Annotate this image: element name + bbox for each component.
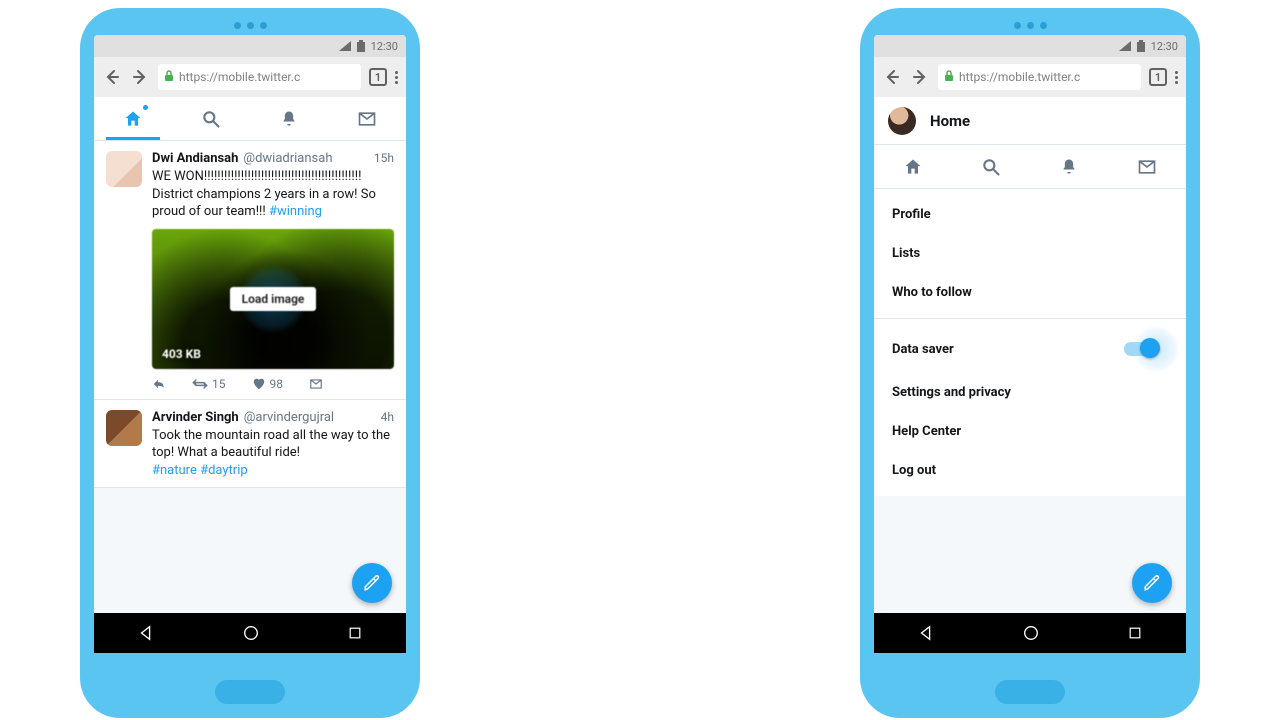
tweet-author[interactable]: Arvinder Singh [152, 410, 239, 425]
home-header: Home [874, 97, 1186, 145]
compose-fab[interactable] [352, 563, 392, 603]
lock-icon [944, 70, 954, 85]
tab-home-dot [143, 105, 148, 110]
menu-item-help[interactable]: Help Center [874, 412, 1186, 451]
retweet-count: 15 [212, 377, 226, 391]
menu: Profile Lists Who to follow Data saver S… [874, 189, 1186, 496]
menu-item-logout[interactable]: Log out [874, 451, 1186, 490]
menu-section: Profile Lists Who to follow [874, 189, 1186, 319]
screen-right: 12:30 https://mobile.twitter.c 1 Home [874, 35, 1186, 653]
tab-count[interactable]: 1 [369, 68, 387, 86]
nav-back-icon[interactable] [137, 624, 155, 642]
compose-fab[interactable] [1132, 563, 1172, 603]
browser-menu-icon[interactable] [1175, 71, 1178, 84]
twitter-tabs [94, 97, 406, 141]
menu-item-profile[interactable]: Profile [874, 195, 1186, 234]
nav-home-icon[interactable] [242, 624, 260, 642]
menu-section: Data saver Settings and privacy Help Cen… [874, 319, 1186, 496]
media-size: 403 KB [162, 347, 201, 361]
data-saver-toggle[interactable] [1124, 337, 1168, 361]
status-bar: 12:30 [874, 35, 1186, 57]
menu-item-data-saver[interactable]: Data saver [874, 325, 1186, 373]
screen-left: 12:30 https://mobile.twitter.c 1 [94, 35, 406, 653]
like-count: 98 [270, 377, 284, 391]
android-navbar [94, 613, 406, 653]
tweet-text: WE WON!!!!!!!!!!!!!!!!!!!!!!!!!!!!!!!!!!… [152, 168, 394, 221]
tab-notifications[interactable] [1030, 145, 1108, 188]
back-button[interactable] [102, 67, 122, 87]
signal-icon [339, 41, 351, 51]
menu-item-settings[interactable]: Settings and privacy [874, 373, 1186, 412]
signal-icon [1119, 41, 1131, 51]
tab-search[interactable] [952, 145, 1030, 188]
tweet-media[interactable]: Load image 403 KB [152, 229, 394, 369]
phone-right: 12:30 https://mobile.twitter.c 1 Home [860, 8, 1200, 718]
browser-chrome: https://mobile.twitter.c 1 [874, 57, 1186, 97]
tab-search[interactable] [172, 97, 250, 140]
avatar[interactable] [106, 151, 142, 187]
url-text: https://mobile.twitter.c [179, 70, 300, 84]
tweet-handle[interactable]: @arvindergujral [244, 410, 334, 425]
like-button[interactable]: 98 [252, 377, 284, 391]
nav-back-icon[interactable] [917, 624, 935, 642]
tweet-author[interactable]: Dwi Andiansah [152, 151, 238, 166]
tweet-time: 4h [381, 410, 394, 424]
url-bar[interactable]: https://mobile.twitter.c [158, 64, 361, 90]
twitter-tabs [874, 145, 1186, 189]
forward-button[interactable] [910, 67, 930, 87]
tweet[interactable]: Arvinder Singh @arvindergujral 4h Took t… [94, 400, 406, 489]
status-time: 12:30 [1151, 40, 1178, 53]
hashtag[interactable]: #nature #daytrip [152, 463, 248, 478]
battery-icon [357, 40, 365, 52]
nav-home-icon[interactable] [1022, 624, 1040, 642]
tab-home[interactable] [874, 145, 952, 188]
browser-menu-icon[interactable] [395, 71, 398, 84]
tab-messages[interactable] [1108, 145, 1186, 188]
forward-button[interactable] [130, 67, 150, 87]
tab-messages[interactable] [328, 97, 406, 140]
tweet-handle[interactable]: @dwiadriansah [243, 151, 332, 166]
tweet-text: Took the mountain road all the way to th… [152, 427, 394, 480]
browser-chrome: https://mobile.twitter.c 1 [94, 57, 406, 97]
reply-button[interactable] [152, 377, 166, 391]
hashtag[interactable]: #winning [269, 204, 322, 219]
retweet-button[interactable]: 15 [192, 377, 226, 391]
url-text: https://mobile.twitter.c [959, 70, 1080, 84]
nav-recent-icon[interactable] [1127, 625, 1143, 641]
lock-icon [164, 70, 174, 85]
load-image-button[interactable]: Load image [230, 287, 317, 311]
tab-count[interactable]: 1 [1149, 68, 1167, 86]
phone-speaker [94, 22, 406, 29]
phone-home-button [995, 680, 1065, 704]
status-bar: 12:30 [94, 35, 406, 57]
profile-avatar[interactable] [888, 107, 916, 135]
url-bar[interactable]: https://mobile.twitter.c [938, 64, 1141, 90]
tweet-time: 15h [374, 151, 394, 165]
tab-home[interactable] [94, 97, 172, 140]
battery-icon [1137, 40, 1145, 52]
back-button[interactable] [882, 67, 902, 87]
tweet-actions: 15 98 [152, 377, 394, 391]
menu-item-lists[interactable]: Lists [874, 234, 1186, 273]
menu-item-who-to-follow[interactable]: Who to follow [874, 273, 1186, 312]
avatar[interactable] [106, 410, 142, 446]
phone-home-button [215, 680, 285, 704]
tweet[interactable]: Dwi Andiansah @dwiadriansah 15h WE WON!!… [94, 141, 406, 400]
feed: Dwi Andiansah @dwiadriansah 15h WE WON!!… [94, 141, 406, 488]
nav-recent-icon[interactable] [347, 625, 363, 641]
status-time: 12:30 [371, 40, 398, 53]
page-title: Home [930, 112, 970, 130]
android-navbar [874, 613, 1186, 653]
dm-button[interactable] [309, 377, 323, 391]
phone-left: 12:30 https://mobile.twitter.c 1 [80, 8, 420, 718]
tab-notifications[interactable] [250, 97, 328, 140]
phone-speaker [874, 22, 1186, 29]
